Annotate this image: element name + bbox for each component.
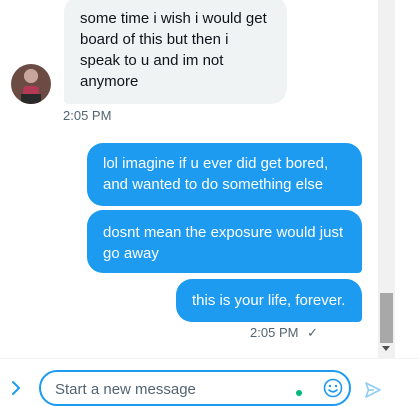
send-icon[interactable] — [364, 381, 382, 399]
chevron-right-icon[interactable] — [10, 379, 22, 397]
timestamp-text: 2:05 PM — [250, 325, 299, 340]
avatar[interactable] — [11, 64, 51, 104]
outgoing-message-bubble: this is your life, forever. — [176, 279, 362, 322]
message-timestamp: 2:05 PM — [63, 108, 112, 123]
read-receipt-icon: ✓ — [307, 325, 318, 340]
outgoing-timestamp: 2:05 PM ✓ — [250, 325, 318, 341]
outgoing-message-bubble: lol imagine if u ever did get bored, and… — [87, 143, 362, 206]
incoming-message-bubble: some time i wish i would get board of th… — [64, 0, 287, 104]
scrollbar-thumb[interactable] — [380, 293, 393, 343]
scroll-down-arrow-icon[interactable] — [382, 346, 390, 351]
message-input[interactable] — [53, 372, 297, 406]
message-input-container[interactable] — [39, 370, 351, 406]
online-dot-icon — [296, 390, 302, 396]
scrollbar[interactable] — [378, 0, 395, 358]
message-composer — [0, 358, 419, 406]
outgoing-message-bubble: dosnt mean the exposure would just go aw… — [87, 210, 362, 273]
emoji-icon[interactable] — [323, 378, 343, 398]
message-thread: some time i wish i would get board of th… — [0, 0, 378, 358]
